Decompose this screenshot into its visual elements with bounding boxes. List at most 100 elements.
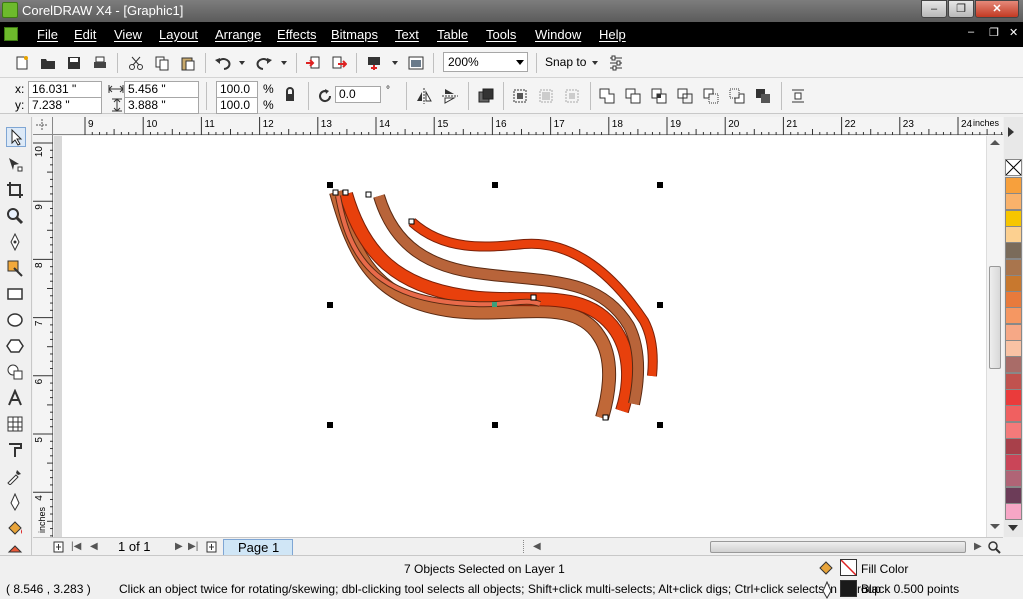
menu-window[interactable]: Window (535, 27, 581, 42)
options-icon[interactable] (608, 55, 624, 71)
x-position-field[interactable]: 16.031 " (28, 81, 102, 98)
width-field[interactable]: 5.456 " (124, 81, 199, 98)
align-distribute-icon[interactable] (790, 88, 806, 104)
color-swatch[interactable] (1005, 405, 1022, 423)
interactive-fill-tool[interactable] (6, 543, 26, 553)
fill-color-swatch[interactable] (840, 559, 857, 576)
doc-close-button[interactable]: ✕ (1009, 26, 1018, 39)
first-page-icon[interactable]: |◀ (71, 541, 81, 552)
menu-tools[interactable]: Tools (486, 27, 516, 42)
text-tool[interactable] (6, 388, 26, 409)
color-swatch[interactable] (1005, 242, 1022, 260)
outline-tool[interactable] (6, 492, 26, 513)
menu-file[interactable]: File (37, 27, 58, 42)
color-swatch[interactable] (1005, 193, 1022, 211)
scale-y-field[interactable]: 100.0 (216, 97, 258, 114)
vertical-ruler[interactable]: 10 9 8 7 6 5 4 inches (33, 135, 53, 537)
menu-edit[interactable]: Edit (74, 27, 96, 42)
node-handle[interactable] (332, 189, 339, 196)
doc-restore-button[interactable]: ❐ (989, 26, 999, 39)
freehand-tool[interactable] (6, 232, 26, 253)
copy-icon[interactable] (154, 55, 170, 71)
y-position-field[interactable]: 7.238 " (28, 97, 102, 114)
selection-handle-bottom[interactable] (492, 422, 498, 428)
menu-view[interactable]: View (114, 27, 142, 42)
color-swatch[interactable] (1005, 372, 1022, 390)
group-icon[interactable] (478, 88, 494, 104)
save-icon[interactable] (66, 55, 82, 71)
mirror-vertical-icon[interactable] (442, 88, 458, 104)
insert-page-before-icon[interactable] (53, 541, 65, 553)
color-swatch[interactable] (1005, 291, 1022, 309)
menu-table[interactable]: Table (437, 27, 468, 42)
open-icon[interactable] (40, 55, 56, 71)
back-minus-front-icon[interactable] (729, 88, 745, 104)
color-swatch[interactable] (1005, 470, 1022, 488)
color-swatch[interactable] (1005, 421, 1022, 439)
welcome-screen-icon[interactable] (408, 55, 424, 71)
no-color-swatch[interactable] (1005, 159, 1022, 176)
navigator-zoom-icon[interactable] (987, 540, 1001, 554)
outline-color-swatch[interactable] (840, 580, 857, 597)
ellipse-tool[interactable] (6, 311, 26, 331)
eyedropper-tool[interactable] (6, 467, 26, 487)
zoom-tool[interactable] (6, 207, 26, 227)
height-field[interactable]: 3.888 " (124, 97, 199, 114)
close-button[interactable]: ✕ (975, 0, 1019, 18)
export-icon[interactable] (331, 55, 347, 71)
simplify-icon[interactable] (677, 88, 693, 104)
trim-icon[interactable] (625, 88, 641, 104)
scroll-right-icon[interactable]: ▶ (974, 541, 982, 552)
color-swatch[interactable] (1005, 454, 1022, 472)
node-handle[interactable] (602, 414, 609, 421)
color-swatch[interactable] (1005, 225, 1022, 243)
node-handle[interactable] (408, 218, 415, 225)
menu-arrange[interactable]: Arrange (215, 27, 261, 42)
cut-icon[interactable] (128, 55, 144, 71)
lock-ratio-icon[interactable] (282, 87, 298, 103)
page-tab[interactable]: Page 1 (223, 539, 293, 555)
menu-help[interactable]: Help (599, 27, 626, 42)
scale-x-field[interactable]: 100.0 (216, 81, 258, 98)
snap-to-button[interactable]: Snap to (545, 55, 586, 69)
weld-icon[interactable] (599, 88, 615, 104)
smart-fill-tool[interactable] (6, 259, 26, 279)
color-swatch[interactable] (1005, 356, 1022, 374)
selection-handle-top-right[interactable] (657, 182, 663, 188)
import-icon[interactable] (305, 55, 321, 71)
intersect-icon[interactable] (651, 88, 667, 104)
node-handle[interactable] (342, 189, 349, 196)
scroll-down-icon[interactable] (990, 524, 1000, 529)
maximize-button[interactable]: ❐ (948, 0, 974, 18)
undo-dropdown-icon[interactable] (239, 61, 245, 65)
palette-scroll-down-icon[interactable] (1008, 525, 1018, 531)
basic-shapes-tool[interactable] (6, 363, 26, 383)
rectangle-tool[interactable] (6, 285, 26, 305)
color-swatch[interactable] (1005, 177, 1022, 194)
scroll-left-icon[interactable]: ◀ (533, 541, 541, 552)
rotation-angle-field[interactable]: 0.0 (335, 86, 381, 103)
table-tool[interactable] (6, 415, 26, 435)
redo-icon[interactable] (256, 55, 272, 71)
node-handle[interactable] (365, 191, 372, 198)
new-document-icon[interactable] (14, 55, 30, 71)
selection-handle-right[interactable] (657, 302, 663, 308)
combine-icon[interactable] (512, 88, 528, 104)
launcher-dropdown-icon[interactable] (392, 61, 398, 65)
doc-minimize-button[interactable]: – (968, 26, 974, 38)
ruler-origin[interactable] (33, 117, 53, 135)
create-boundary-icon[interactable] (755, 88, 771, 104)
color-swatch[interactable] (1005, 274, 1022, 292)
menu-layout[interactable]: Layout (159, 27, 198, 42)
scroll-up-icon[interactable] (990, 140, 1000, 145)
doc-icon[interactable] (4, 27, 18, 41)
color-swatch[interactable] (1005, 340, 1022, 357)
redo-dropdown-icon[interactable] (281, 61, 287, 65)
fill-tool[interactable] (6, 519, 26, 539)
color-swatch[interactable] (1005, 323, 1022, 341)
palette-scroll-up-icon[interactable] (1008, 127, 1014, 137)
paste-icon[interactable] (180, 55, 196, 71)
color-swatch[interactable] (1005, 437, 1022, 455)
print-icon[interactable] (92, 55, 108, 71)
pick-tool[interactable] (6, 127, 26, 147)
